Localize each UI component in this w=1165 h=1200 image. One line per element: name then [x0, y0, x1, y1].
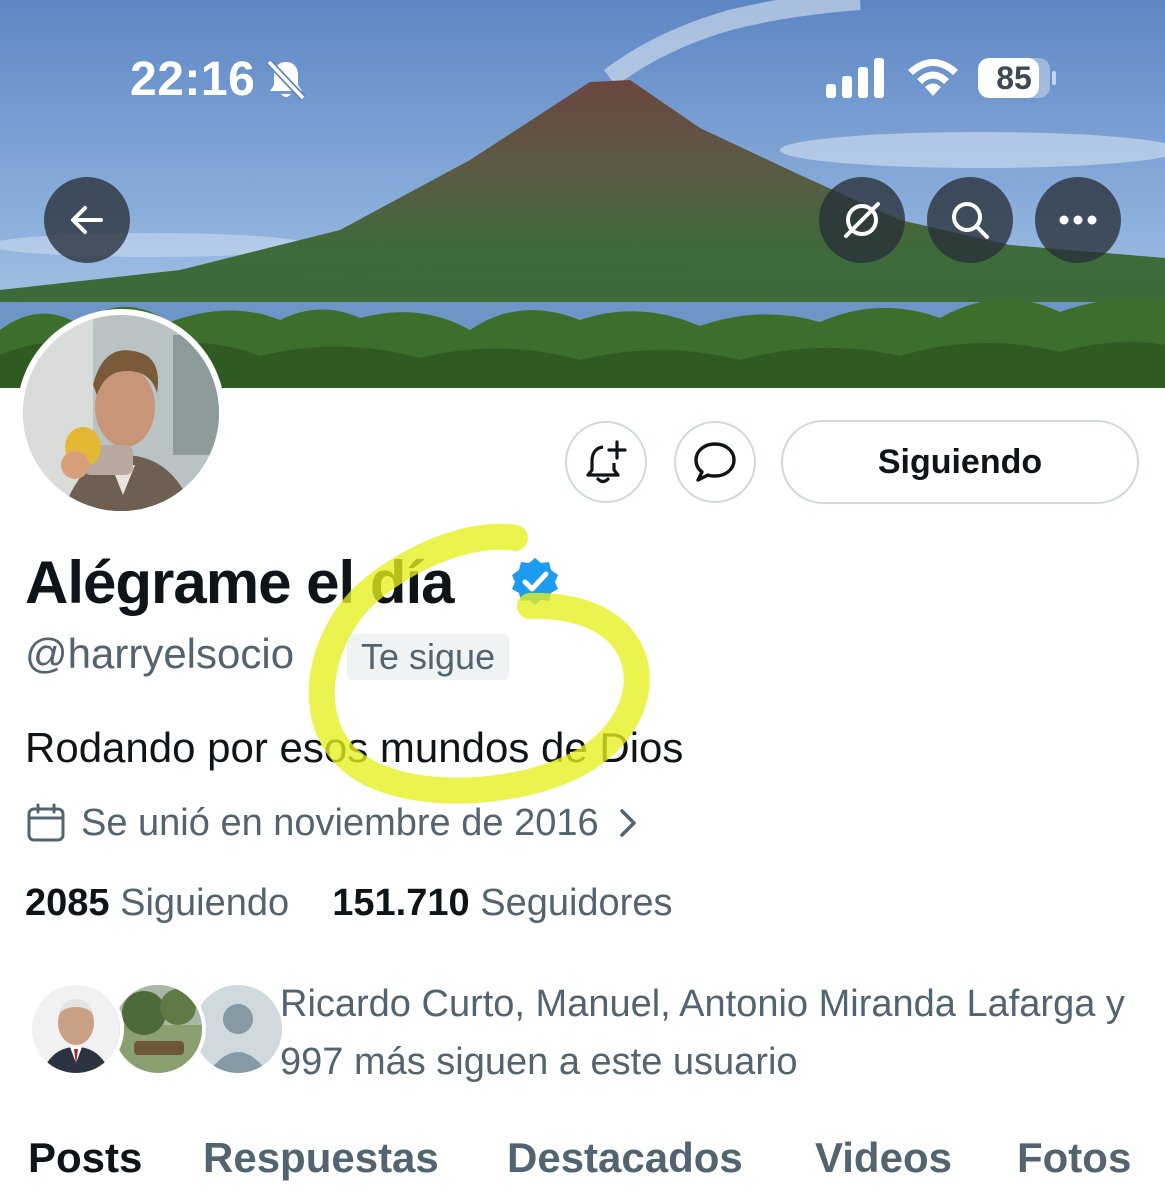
- calendar-icon: [27, 803, 65, 842]
- bell-off-icon: [266, 59, 306, 101]
- mutual-avatar-2-image: [114, 985, 202, 1073]
- mutual-avatar-1: [28, 981, 124, 1077]
- following-button[interactable]: Siguiendo: [781, 420, 1139, 504]
- followers-stat[interactable]: 151.710 Seguidores: [332, 882, 672, 924]
- followers-you-know[interactable]: Ricardo Curto, Manuel, Antonio Miranda L…: [28, 975, 1148, 1085]
- followers-label: Seguidores: [480, 882, 673, 924]
- status-bar: 22:16 85: [0, 0, 1165, 160]
- tab-videos[interactable]: Videos: [815, 1134, 952, 1182]
- chat-bubble-icon: [694, 442, 736, 482]
- user-handle: @harryelsocio: [25, 630, 295, 677]
- following-label: Siguiendo: [120, 882, 290, 924]
- profile-tabs: Posts Respuestas Destacados Videos Fotos: [0, 1128, 1165, 1200]
- mutual-avatar-2: [110, 981, 206, 1077]
- default-avatar-icon: [194, 985, 282, 1073]
- grok-button[interactable]: [819, 177, 905, 263]
- arrow-left-icon: [71, 206, 103, 234]
- followers-you-know-text: Ricardo Curto, Manuel, Antonio Miranda L…: [280, 983, 1125, 1083]
- mutual-avatar-1-image: [32, 985, 120, 1073]
- following-count: 2085: [25, 882, 110, 924]
- tab-fotos[interactable]: Fotos: [1017, 1134, 1131, 1182]
- bell-plus-icon: [586, 440, 627, 484]
- message-button[interactable]: [674, 421, 756, 503]
- more-button[interactable]: [1035, 177, 1121, 263]
- follows-you-badge: Te sigue: [347, 634, 510, 680]
- tab-respuestas[interactable]: Respuestas: [203, 1134, 439, 1182]
- chevron-right-icon: [619, 809, 636, 837]
- search-icon: [952, 202, 989, 239]
- avatar-image: [23, 315, 219, 511]
- joined-date-row[interactable]: Se unió en noviembre de 2016: [25, 798, 639, 848]
- profile-avatar[interactable]: [17, 309, 225, 517]
- verified-badge-icon[interactable]: [510, 556, 560, 606]
- cellular-signal-icon: [826, 58, 884, 98]
- display-name: Alégrame el día: [25, 549, 455, 616]
- profile-bio: Rodando por esos mundos de Dios: [25, 724, 684, 771]
- follow-stats: 2085 Siguiendo 151.710 Seguidores: [25, 882, 672, 925]
- back-button[interactable]: [44, 177, 130, 263]
- battery-indicator: 85: [978, 58, 1056, 100]
- wifi-icon: [908, 59, 958, 96]
- search-button[interactable]: [927, 177, 1013, 263]
- tab-posts[interactable]: Posts: [28, 1134, 142, 1182]
- more-icon: [1059, 215, 1097, 225]
- battery-level: 85: [996, 60, 1032, 96]
- tab-destacados[interactable]: Destacados: [507, 1134, 743, 1182]
- clock: 22:16: [130, 53, 256, 106]
- followers-count: 151.710: [332, 882, 470, 924]
- joined-date: Se unió en noviembre de 2016: [81, 801, 599, 844]
- grok-icon: [844, 202, 880, 238]
- following-stat[interactable]: 2085 Siguiendo: [25, 882, 300, 924]
- notifications-button[interactable]: [565, 421, 647, 503]
